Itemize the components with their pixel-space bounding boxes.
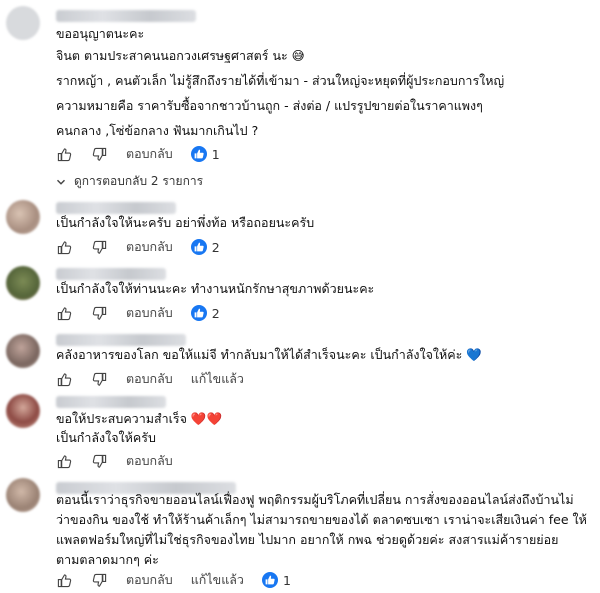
- comment-text-line: เป็นกำลังใจให้ท่านนะคะ ทำงานหนักรักษาสุข…: [56, 281, 375, 296]
- reaction-like-icon[interactable]: [190, 305, 207, 321]
- edited-label: แก้ไขแล้ว: [190, 572, 244, 587]
- comment-text-line: ว่าของกิน ของใช้ ทำให้ร้านค้าเล็กๆ ไม่สา…: [56, 512, 587, 527]
- dislike-icon[interactable]: [91, 572, 107, 588]
- reply-button[interactable]: ตอบกลับ: [126, 451, 173, 471]
- comment-3: เป็นกำลังใจให้ท่านนะคะ ทำงานหนักรักษาสุข…: [0, 262, 600, 324]
- view-replies-label[interactable]: ดูการตอบกลับ 2 รายการ: [74, 172, 203, 191]
- reply-button[interactable]: ตอบกลับ: [126, 303, 173, 323]
- comment-text-line: จินต ตามประสาคนนอกวงเศรษฐศาสตร์ นะ 😅: [56, 48, 305, 63]
- reply-button[interactable]: ตอบกลับ: [126, 570, 173, 590]
- comment-text-line: เป็นกำลังใจให้ครับ: [56, 430, 156, 445]
- avatar[interactable]: [6, 334, 40, 368]
- commenter-name[interactable]: [56, 396, 166, 408]
- dislike-icon[interactable]: [91, 146, 107, 162]
- dislike-icon[interactable]: [91, 239, 107, 255]
- like-icon[interactable]: [56, 239, 72, 255]
- comment-actions: ตอบกลับ 2: [56, 237, 220, 257]
- comment-5: ขอให้ประสบความสำเร็จ ❤️❤️ เป็นกำลังใจให้…: [0, 390, 600, 470]
- comment-text-line: เป็นกำลังใจให้นะครับ อย่าพึ่งท้อ หรือถอย…: [56, 215, 315, 230]
- avatar[interactable]: [6, 6, 40, 40]
- reaction-count[interactable]: 2: [212, 306, 220, 321]
- comment-text-line: รากหญ้า , คนตัวเล็ก ไม่รู้สึกถึงรายได้ที…: [56, 73, 505, 88]
- comment-actions: ตอบกลับ 1: [56, 144, 220, 164]
- reply-button[interactable]: ตอบกลับ: [126, 144, 173, 164]
- comment-4: คลังอาหารของโลก ขอให้แม่จี ทำกลับมาให้ได…: [0, 328, 600, 388]
- comment-actions: ตอบกลับ: [56, 451, 191, 471]
- like-icon[interactable]: [56, 371, 72, 387]
- like-icon[interactable]: [56, 453, 72, 469]
- comment-text-line: ตามตลาดมากๆ ค่ะ: [56, 552, 159, 567]
- comment-text-line: ตอนนี้เราว่าธุรกิจขายออนไลน์เฟื่องฟู พฤต…: [56, 492, 574, 507]
- reply-button[interactable]: ตอบกลับ: [126, 237, 173, 257]
- reaction-count[interactable]: 2: [212, 240, 220, 255]
- reaction-like-icon[interactable]: [190, 146, 207, 162]
- dislike-icon[interactable]: [91, 371, 107, 387]
- like-icon[interactable]: [56, 305, 72, 321]
- comment-text-line: ขอให้ประสบความสำเร็จ ❤️❤️: [56, 411, 223, 426]
- comment-2: เป็นกำลังใจให้นะครับ อย่าพึ่งท้อ หรือถอย…: [0, 196, 600, 260]
- avatar[interactable]: [6, 394, 40, 428]
- commenter-name[interactable]: [56, 268, 166, 280]
- like-icon[interactable]: [56, 572, 72, 588]
- reaction-like-icon[interactable]: [261, 572, 278, 588]
- comment-text-line: คลังอาหารของโลก ขอให้แม่จี ทำกลับมาให้ได…: [56, 347, 482, 362]
- edited-label: แก้ไขแล้ว: [190, 371, 244, 386]
- comment-text-line: ความหมายคือ ราคารับซื้อจากชาวบ้านถูก - ส…: [56, 98, 483, 113]
- reaction-count[interactable]: 1: [212, 147, 220, 162]
- comment-actions: ตอบกลับ แก้ไขแล้ว: [56, 369, 262, 389]
- dislike-icon[interactable]: [91, 453, 107, 469]
- comment-6: ตอนนี้เราว่าธุรกิจขายออนไลน์เฟื่องฟู พฤต…: [0, 476, 600, 593]
- comment-1: ขออนุญาตนะคะ จินต ตามประสาคนนอกวงเศรษฐศา…: [0, 0, 600, 196]
- reaction-like-icon[interactable]: [190, 239, 207, 255]
- avatar[interactable]: [6, 478, 40, 512]
- view-replies-link[interactable]: ดูการตอบกลับ 2 รายการ: [56, 172, 203, 191]
- dislike-icon[interactable]: [91, 305, 107, 321]
- comment-actions: ตอบกลับ 2: [56, 303, 220, 323]
- commenter-name[interactable]: [56, 334, 186, 346]
- chevron-down-icon: [56, 177, 66, 187]
- avatar[interactable]: [6, 200, 40, 234]
- avatar[interactable]: [6, 266, 40, 300]
- reaction-count[interactable]: 1: [283, 573, 291, 588]
- commenter-name[interactable]: [56, 10, 196, 22]
- comment-text-line: แพลตฟอร์มใหญ่ที่ไม่ใช่ธุรกิจของไทย ไปมาก…: [56, 532, 559, 547]
- comment-text-line: ขออนุญาตนะคะ: [56, 26, 145, 41]
- reply-button[interactable]: ตอบกลับ: [126, 369, 173, 389]
- comment-text-line: คนกลาง ,โซ่ข้อกลาง ฟันมากเกินไป ?: [56, 123, 259, 138]
- comment-actions: ตอบกลับ แก้ไขแล้ว 1: [56, 570, 291, 590]
- commenter-name[interactable]: [56, 202, 176, 214]
- like-icon[interactable]: [56, 146, 72, 162]
